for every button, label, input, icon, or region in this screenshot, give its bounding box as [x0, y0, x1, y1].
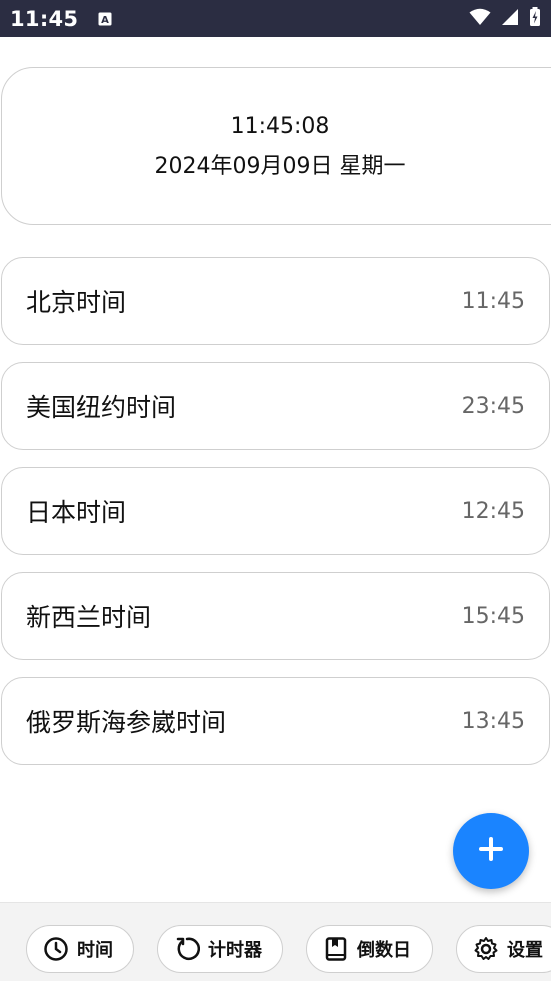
timezone-row-new-york[interactable]: 美国纽约时间 23:45: [1, 362, 550, 450]
timezone-label: 新西兰时间: [26, 603, 152, 632]
nav-tab-time[interactable]: 时间: [26, 925, 134, 973]
timezone-row-new-zealand[interactable]: 新西兰时间 15:45: [1, 572, 550, 660]
timezone-time: 15:45: [461, 603, 525, 629]
timezone-label: 俄罗斯海参崴时间: [26, 708, 227, 737]
nav-tab-label: 倒数日: [357, 940, 411, 961]
nav-tab-label: 时间: [77, 940, 113, 961]
clock-icon: [43, 936, 69, 962]
bookmark-book-icon: [323, 936, 349, 962]
plus-icon: [477, 835, 505, 867]
timezone-row-vladivostok[interactable]: 俄罗斯海参崴时间 13:45: [1, 677, 550, 765]
gear-icon: [473, 936, 499, 962]
timezone-label: 日本时间: [26, 498, 127, 527]
add-timezone-button[interactable]: [453, 813, 529, 889]
timezone-row-japan[interactable]: 日本时间 12:45: [1, 467, 550, 555]
nav-tab-countdown[interactable]: 倒数日: [306, 925, 433, 973]
timezone-label: 美国纽约时间: [26, 393, 177, 422]
timezone-time: 12:45: [461, 498, 525, 524]
clock-time: 11:45:08: [230, 114, 330, 139]
timezone-time: 23:45: [461, 393, 525, 419]
timezone-time: 13:45: [461, 708, 525, 734]
timezone-time: 11:45: [461, 288, 525, 314]
nav-tab-settings[interactable]: 设置: [456, 925, 551, 973]
timezone-label: 北京时间: [26, 288, 127, 317]
nav-tab-label: 计时器: [208, 940, 262, 961]
timezone-list: 北京时间 11:45 美国纽约时间 23:45 日本时间 12:45 新西兰时间…: [1, 257, 550, 782]
timezone-row-beijing[interactable]: 北京时间 11:45: [1, 257, 550, 345]
clock-card: [1, 67, 551, 225]
nav-tab-label: 设置: [507, 940, 543, 961]
nav-tab-timer[interactable]: 计时器: [157, 925, 283, 973]
content-area: 11:45:08 2024年09月09日 星期一 北京时间 11:45 美国纽约…: [0, 0, 551, 981]
clock-date: 2024年09月09日 星期一: [154, 154, 406, 179]
refresh-icon: [174, 936, 200, 962]
